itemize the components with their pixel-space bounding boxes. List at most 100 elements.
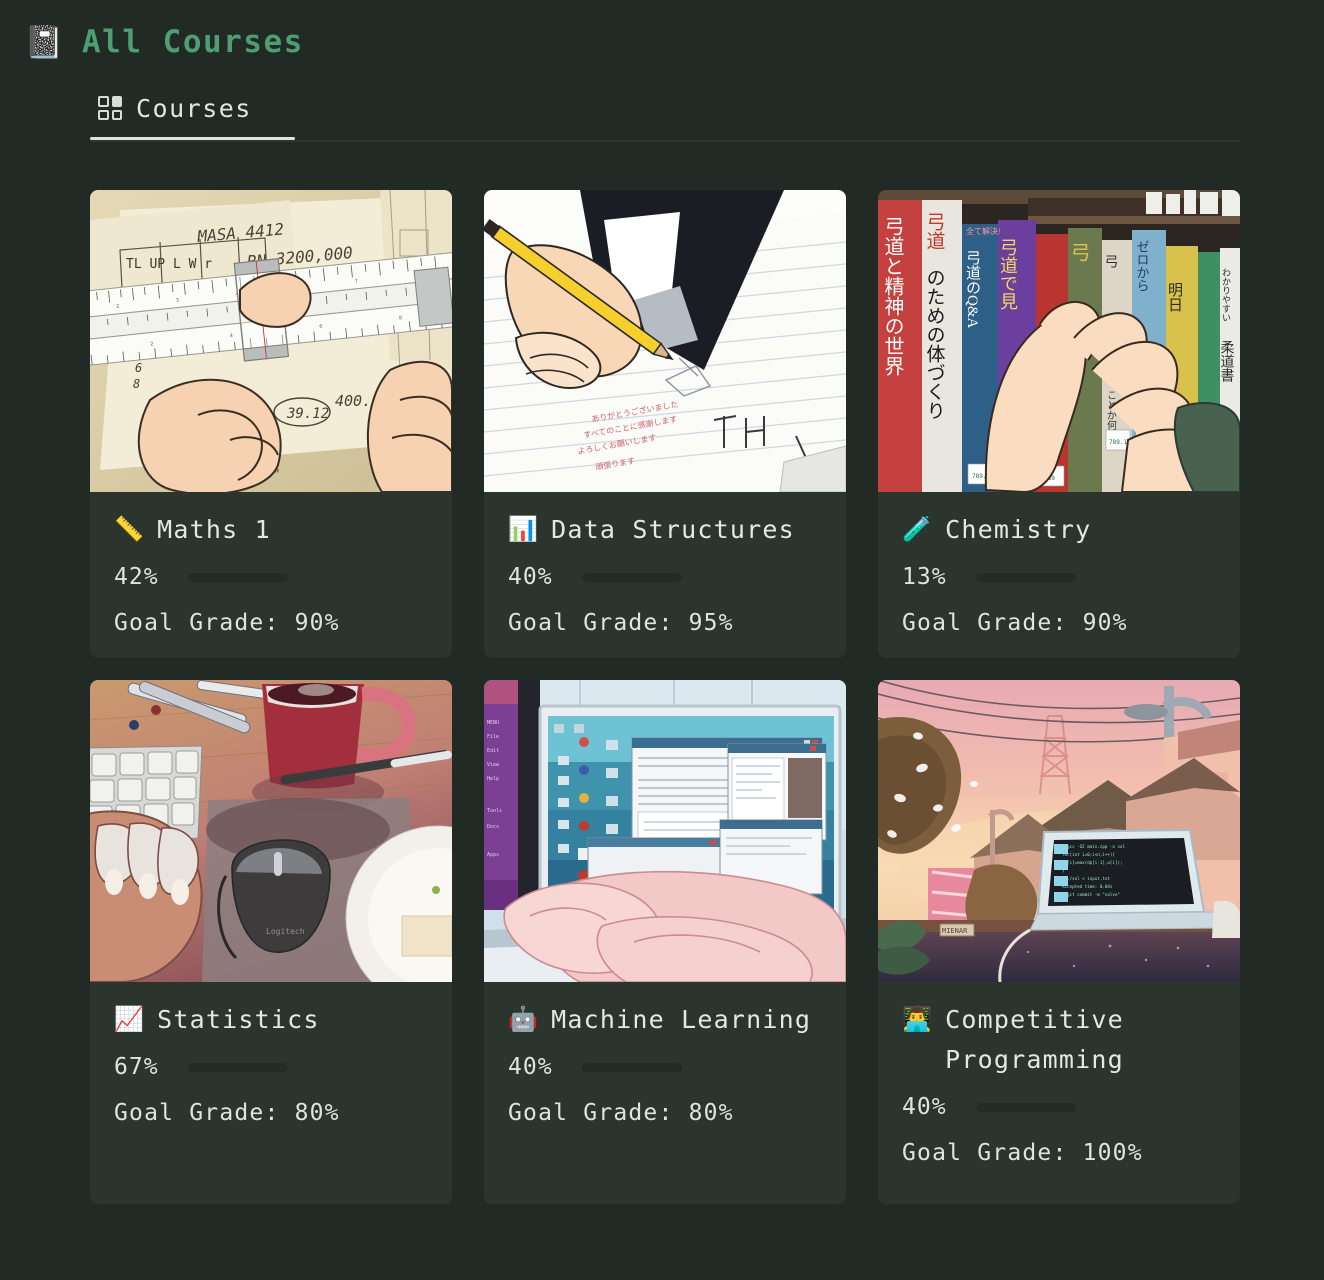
notebook-icon: 📓 xyxy=(24,23,64,61)
progress-percent: 67% xyxy=(114,1054,159,1080)
progress-percent: 42% xyxy=(114,564,159,590)
svg-text:Tools: Tools xyxy=(487,808,502,814)
svg-text:4: 4 xyxy=(230,333,234,339)
page-title: All Courses xyxy=(82,24,304,60)
course-thumbnail-writing: ありがとうございました すべてのことに感謝します よろしくお願いします 頑張りま… xyxy=(484,190,846,492)
grid-icon xyxy=(98,96,122,120)
svg-text:6: 6 xyxy=(135,361,142,375)
svg-text:弓道: 弓道 xyxy=(924,212,946,250)
svg-text:弓道のQ&A: 弓道のQ&A xyxy=(964,250,981,329)
progress-bar xyxy=(976,572,1076,582)
svg-text:2: 2 xyxy=(116,304,120,310)
progress-row: 13% xyxy=(902,564,1216,590)
progress-percent: 40% xyxy=(902,1094,947,1120)
tab-courses[interactable]: Courses xyxy=(90,84,295,140)
course-card-chemistry[interactable]: 弓道と精神の世界 弓道 のための体づくり 弓道のQ&A 全て解決! 弓道で見 る… xyxy=(878,190,1240,658)
course-card-body: 📈 Statistics 67% Goal Grade: 80% xyxy=(90,982,452,1204)
svg-text:柔道書: 柔道書 xyxy=(1219,340,1235,383)
technologist-icon: 👨‍💻 xyxy=(902,1005,934,1033)
course-card-body: 📊 Data Structures 40% Goal Grade: 95% xyxy=(484,492,846,658)
course-card-statistics[interactable]: Logitech 📈 Statistics 67% Goal Grade: 80… xyxy=(90,680,452,1204)
svg-text:弓道で見: 弓道で見 xyxy=(998,238,1018,310)
chart-increasing-icon: 📈 xyxy=(114,1005,146,1033)
course-name: Data Structures xyxy=(551,515,795,544)
svg-text:7: 7 xyxy=(355,279,359,285)
svg-text:$ ./sol < input.txt: $ ./sol < input.txt xyxy=(1062,876,1110,881)
svg-text:$ gcc -O2 main.cpp -o sol: $ gcc -O2 main.cpp -o sol xyxy=(1062,844,1126,849)
progress-percent: 13% xyxy=(902,564,947,590)
ruler-icon: 📏 xyxy=(114,515,146,543)
course-name: Maths 1 xyxy=(157,515,271,544)
svg-text:のための体づくり: のための体づくり xyxy=(924,268,946,420)
course-name: Statistics xyxy=(157,1005,320,1034)
tab-courses-label: Courses xyxy=(136,93,252,123)
all-courses-page: 📓 All Courses Courses MASA 4412 -RN.3200… xyxy=(0,0,1324,1280)
svg-text:弓: 弓 xyxy=(1103,254,1118,269)
course-card-maths-1[interactable]: MASA 4412 -RN.3200,000 3.75 85 49° 39.12… xyxy=(90,190,452,658)
course-name: Chemistry xyxy=(945,515,1092,544)
svg-text:明日: 明日 xyxy=(1166,282,1182,312)
svg-text:TL UP L W r: TL UP L W r xyxy=(126,257,212,272)
goal-grade: Goal Grade: 90% xyxy=(114,610,340,636)
course-card-body: 🤖 Machine Learning 40% Goal Grade: 80% xyxy=(484,982,846,1204)
course-title: 📈 Statistics xyxy=(114,1000,428,1040)
progress-row: 67% xyxy=(114,1054,428,1080)
svg-text:3: 3 xyxy=(176,297,180,303)
svg-text:dp[i]=max(dp[i-1],a[i]);: dp[i]=max(dp[i-1],a[i]); xyxy=(1062,860,1123,865)
progress-bar xyxy=(188,1062,288,1072)
svg-text:8: 8 xyxy=(133,377,140,391)
goal-grade: Goal Grade: 80% xyxy=(508,1100,734,1126)
svg-text:Accepted time: 0.04s: Accepted time: 0.04s xyxy=(1062,884,1113,889)
course-thumbnail-bookshelf: 弓道と精神の世界 弓道 のための体づくり 弓道のQ&A 全て解決! 弓道で見 る… xyxy=(878,190,1240,492)
progress-bar xyxy=(976,1102,1076,1112)
tab-bar: Courses xyxy=(90,84,1240,142)
goal-grade: Goal Grade: 95% xyxy=(508,610,734,636)
course-title: 🤖 Machine Learning xyxy=(508,1000,822,1040)
tab-active-underline xyxy=(90,137,295,140)
svg-text:Edit: Edit xyxy=(487,748,499,754)
robot-icon: 🤖 xyxy=(508,1005,540,1033)
course-title: 📏 Maths 1 xyxy=(114,510,428,550)
progress-row: 40% xyxy=(508,564,822,590)
svg-text:for(int i=0;i<n;i++){: for(int i=0;i<n;i++){ xyxy=(1062,852,1115,857)
course-thumbnail-desk: Logitech xyxy=(90,680,452,982)
svg-text:Help: Help xyxy=(487,776,499,782)
svg-text:File: File xyxy=(487,734,499,740)
progress-bar xyxy=(582,1062,682,1072)
course-card-machine-learning[interactable]: MENU File Edit View Help Tools Docs Apps xyxy=(484,680,846,1204)
goal-grade: Goal Grade: 80% xyxy=(114,1100,340,1126)
svg-text:8: 8 xyxy=(399,315,403,321)
course-name: Machine Learning xyxy=(551,1005,812,1034)
progress-row: 42% xyxy=(114,564,428,590)
svg-text:Apps: Apps xyxy=(487,852,499,858)
svg-text:わかりやすい: わかりやすい xyxy=(1221,268,1231,322)
svg-text:全て解決!: 全て解決! xyxy=(966,226,1001,236)
goal-grade: Goal Grade: 100% xyxy=(902,1140,1143,1166)
app-header: 📓 All Courses xyxy=(0,0,1324,62)
svg-text:View: View xyxy=(487,762,500,768)
progress-bar xyxy=(188,572,288,582)
course-title: 🧪 Chemistry xyxy=(902,510,1216,550)
progress-bar xyxy=(582,572,682,582)
progress-percent: 40% xyxy=(508,564,553,590)
svg-text:MIENAR: MIENAR xyxy=(942,927,968,935)
svg-text:MENU: MENU xyxy=(487,720,499,726)
course-card-body: 👨‍💻 Competitive Programming 40% Goal Gra… xyxy=(878,982,1240,1204)
svg-text:2: 2 xyxy=(150,341,154,347)
courses-grid: MASA 4412 -RN.3200,000 3.75 85 49° 39.12… xyxy=(90,190,1240,1204)
svg-text:ゼロから: ゼロから xyxy=(1135,240,1150,292)
course-title: 👨‍💻 Competitive Programming xyxy=(902,1000,1216,1080)
course-thumbnail-laptop-hands: MENU File Edit View Help Tools Docs Apps xyxy=(484,680,846,982)
course-card-competitive-programming[interactable]: MIENAR $ gcc -O2 main.cpp -o sol for(int… xyxy=(878,680,1240,1204)
course-card-data-structures[interactable]: ありがとうございました すべてのことに感謝します よろしくお願いします 頑張りま… xyxy=(484,190,846,658)
course-title: 📊 Data Structures xyxy=(508,510,822,550)
svg-text:弓道と精神の世界: 弓道と精神の世界 xyxy=(881,216,904,376)
svg-text:400.: 400. xyxy=(335,392,371,410)
svg-text:弓: 弓 xyxy=(1067,242,1089,262)
test-tube-icon: 🧪 xyxy=(902,515,934,543)
course-card-body: 📏 Maths 1 42% Goal Grade: 90% xyxy=(90,492,452,658)
progress-row: 40% xyxy=(902,1094,1216,1120)
bar-chart-icon: 📊 xyxy=(508,515,540,543)
svg-text:Docs: Docs xyxy=(487,824,499,830)
svg-text:39.12: 39.12 xyxy=(286,406,329,422)
